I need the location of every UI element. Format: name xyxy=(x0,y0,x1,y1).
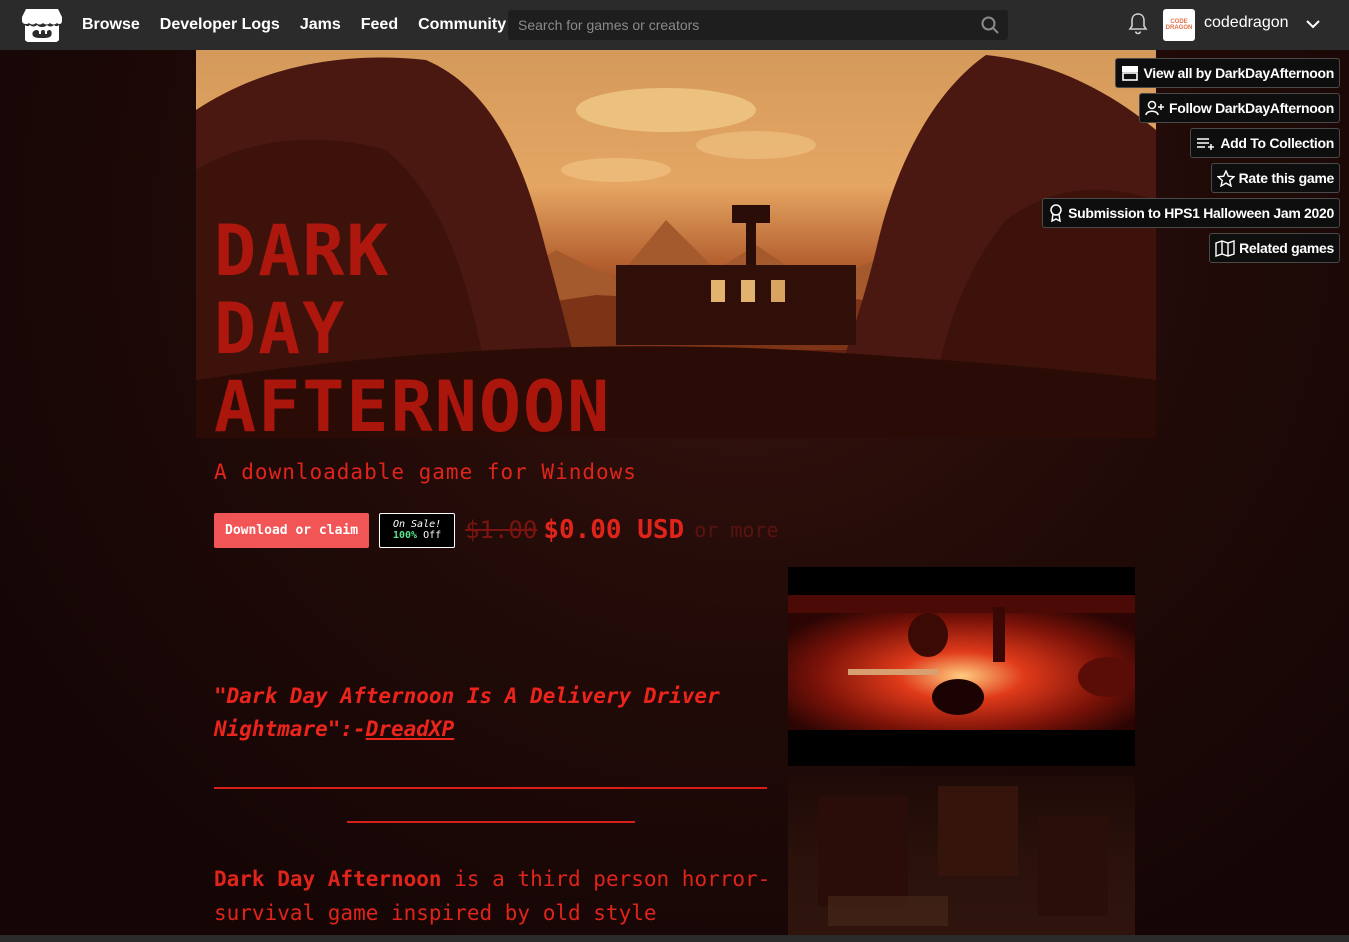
sale-badge: On Sale! 100% Off xyxy=(379,512,456,548)
related-games-label: Related games xyxy=(1239,240,1334,256)
add-user-icon xyxy=(1145,100,1164,116)
rate-game-button[interactable]: Rate this game xyxy=(1210,163,1340,193)
nav-browse[interactable]: Browse xyxy=(82,16,140,34)
related-games-button[interactable]: Related games xyxy=(1209,233,1340,263)
bell-icon[interactable] xyxy=(1127,12,1149,36)
nav-jams[interactable]: Jams xyxy=(300,16,341,34)
nav-developer-logs[interactable]: Developer Logs xyxy=(160,16,280,34)
user-actions: View all by DarkDayAfternoon Follow Dark… xyxy=(1042,58,1340,263)
buy-row: Download or claim On Sale! 100% Off $1.0… xyxy=(214,512,779,548)
avatar[interactable]: CODE DRAGON xyxy=(1163,9,1195,41)
username[interactable]: codedragon xyxy=(1204,14,1289,32)
download-button[interactable]: Download or claim xyxy=(214,512,370,548)
divider xyxy=(214,787,767,789)
itch-logo-icon[interactable] xyxy=(22,7,62,43)
banner-title-line: DARK xyxy=(214,210,391,292)
add-to-collection-button[interactable]: Add To Collection xyxy=(1190,128,1340,158)
add-to-collection-label: Add To Collection xyxy=(1220,135,1334,151)
banner-title-line: AFTERNOON xyxy=(214,366,612,438)
banner-title-line: DAY xyxy=(214,288,347,370)
quote-source-link[interactable]: DreadXP xyxy=(366,717,455,741)
search-icon[interactable] xyxy=(972,10,1008,40)
quote-text: "Dark Day Afternoon Is A Delivery Driver… xyxy=(214,684,720,741)
nav-community[interactable]: Community xyxy=(418,16,506,34)
jam-submission-button[interactable]: Submission to HPS1 Halloween Jam 2020 xyxy=(1042,198,1340,228)
divider xyxy=(347,821,635,823)
bottom-scrollbar[interactable] xyxy=(0,935,1349,942)
game-description: Dark Day Afternoon is a third person hor… xyxy=(214,862,774,930)
screenshot[interactable] xyxy=(788,776,1135,936)
jam-submission-label: Submission to HPS1 Halloween Jam 2020 xyxy=(1068,205,1334,221)
description-game-name: Dark Day Afternoon xyxy=(214,867,442,891)
sale-off: Off xyxy=(423,530,442,541)
main-nav: Browse Developer Logs Jams Feed Communit… xyxy=(82,0,506,50)
game-banner: DARK DAY AFTERNOON xyxy=(196,50,1156,438)
original-price: $1.00 xyxy=(465,516,538,544)
award-icon xyxy=(1050,204,1062,222)
follow-label: Follow DarkDayAfternoon xyxy=(1168,100,1334,116)
press-quote: "Dark Day Afternoon Is A Delivery Driver… xyxy=(214,680,774,746)
view-all-button[interactable]: View all by DarkDayAfternoon xyxy=(1115,58,1340,88)
follow-button[interactable]: Follow DarkDayAfternoon xyxy=(1138,93,1340,123)
screenshot[interactable] xyxy=(788,567,1135,766)
search-input[interactable] xyxy=(508,10,972,40)
nav-feed[interactable]: Feed xyxy=(361,16,398,34)
banner-title: DARK DAY AFTERNOON xyxy=(214,212,611,438)
sale-price: $0.00 USD xyxy=(543,515,685,545)
map-icon xyxy=(1215,239,1235,257)
itch-logo-icon xyxy=(1122,66,1139,81)
sale-label: On Sale! xyxy=(392,519,442,530)
list-add-icon xyxy=(1197,138,1215,150)
or-more-text: or more xyxy=(694,518,779,542)
screenshot-image xyxy=(818,786,1108,926)
rate-game-label: Rate this game xyxy=(1238,170,1335,186)
screenshot-image xyxy=(788,595,1135,730)
star-icon xyxy=(1216,169,1235,187)
sale-percent: 100% xyxy=(392,530,418,541)
avatar-text: CODE DRAGON xyxy=(1165,19,1193,31)
search-box xyxy=(508,10,1008,40)
view-all-label: View all by DarkDayAfternoon xyxy=(1143,65,1334,81)
chevron-down-icon[interactable] xyxy=(1304,15,1322,33)
game-subtitle: A downloadable game for Windows xyxy=(214,460,637,484)
top-bar: Browse Developer Logs Jams Feed Communit… xyxy=(0,0,1349,50)
